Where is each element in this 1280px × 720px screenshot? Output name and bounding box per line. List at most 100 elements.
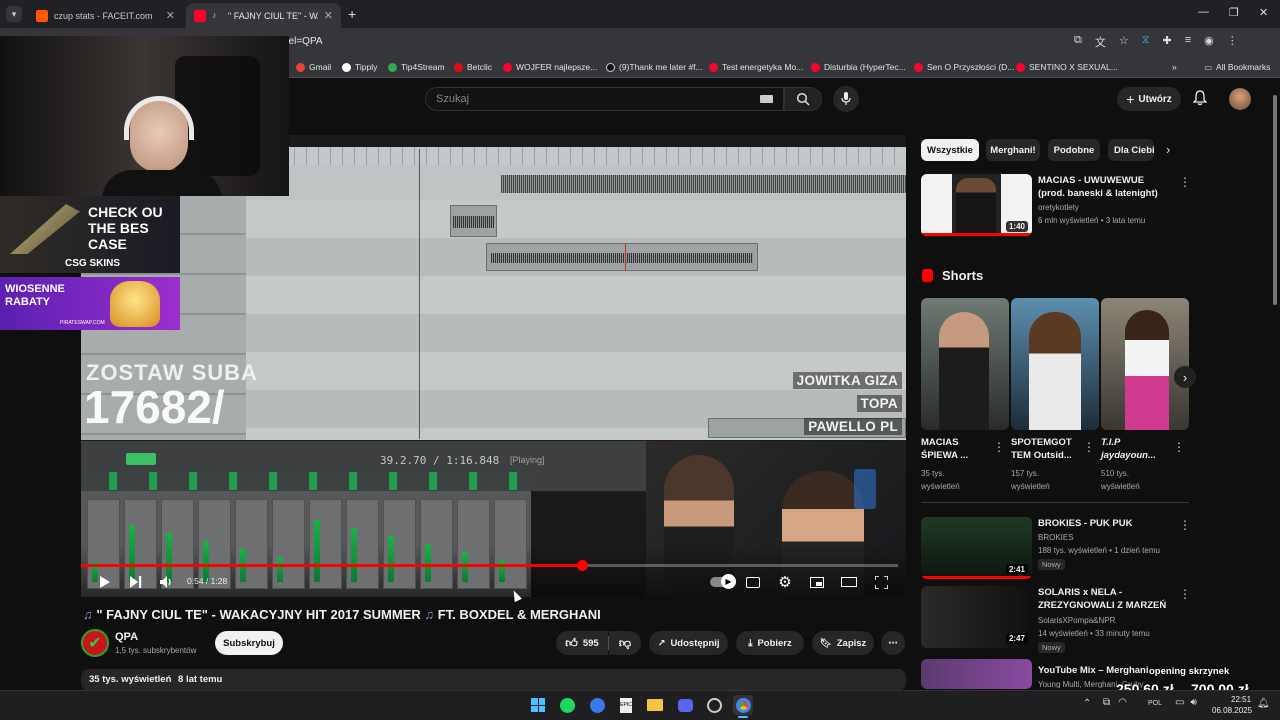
bookmark-disturbia[interactable]: Disturbia (HyperTec... [811,58,906,76]
bookmark-energetyka[interactable]: Test energetyka Mo... [709,58,803,76]
star-bookmark-icon[interactable]: ☆ [1119,34,1129,50]
bookmark-tip4stream[interactable]: Tip4Stream [388,58,445,76]
wifi-icon[interactable]: ◠ [1118,697,1127,708]
theater-mode-button[interactable] [840,574,858,590]
bookmark-tiktok[interactable]: (9)Thank me later #f... [606,58,703,76]
related-menu-icon-2[interactable]: ⋮ [1179,587,1191,601]
audio-playing-icon[interactable]: ♪ [212,10,222,22]
clock-time[interactable]: 22:51 [1231,695,1251,704]
chip-merghani[interactable]: Merghani! [986,139,1040,161]
steam-taskbar-button[interactable] [704,695,724,715]
short-title-1[interactable]: MACIAS ŚPIEWA ... [921,436,983,462]
shorts-next-button[interactable]: › [1174,366,1196,388]
tab-search-icon[interactable]: ▾ [6,6,22,22]
close-window-button[interactable]: ✕ [1259,6,1268,19]
related-top-channel[interactable]: oretykotlety [1038,201,1079,214]
start-button[interactable] [528,695,548,715]
cast-icon[interactable]: ⧉ [1074,34,1082,50]
short-menu-icon-1[interactable]: ⋮ [993,440,1005,454]
bookmark-wojfer[interactable]: WOJFER najlepsze... [503,58,597,76]
page-scrollbar[interactable] [1273,95,1277,305]
close-tab-icon[interactable]: ✕ [166,9,175,22]
browser-menu-icon[interactable]: ⋮ [1227,34,1238,50]
discord-taskbar-button[interactable] [675,695,695,715]
share-button[interactable]: ↗ Udostępnij [649,631,728,655]
bookmark-tipply[interactable]: Tipply [342,58,377,76]
tab-faceit[interactable]: czup stats - FACEIT.com ✕ [28,3,183,28]
bookmark-sentino[interactable]: SENTINO X SEXUAL... [1016,58,1118,76]
bookmark-gmail[interactable]: Gmail [296,58,331,76]
notification-bell-icon[interactable]: 🔔︎ [1257,698,1270,709]
subtitles-button[interactable] [744,574,762,590]
related-top-title[interactable]: MACIAS - UWUWEWUE (prod. baneski & laten… [1038,174,1173,200]
download-button[interactable]: ⤓ Pobierz [736,631,804,655]
chip-all[interactable]: Wszystkie [921,139,979,161]
dislike-button[interactable]: 👎︎ [609,631,641,655]
short-thumbnail-1[interactable] [921,298,1009,430]
search-button[interactable] [784,87,822,111]
file-explorer-taskbar-button[interactable] [645,695,665,715]
media-controls-icon[interactable]: ≡ [1185,34,1191,50]
close-tab-icon[interactable]: ✕ [324,9,333,22]
bookmarks-overflow-button[interactable]: » [1172,58,1177,76]
extension-7tv-icon[interactable]: ⧖ [1142,34,1150,50]
related-channel-2[interactable]: SolarisXPompa&NPR [1038,614,1115,627]
tab-youtube[interactable]: ♪ " FAJNY CIUL TE" - WAKACYJ ✕ [186,3,341,28]
related-menu-icon-1[interactable]: ⋮ [1179,518,1191,532]
chrome-taskbar-button[interactable] [733,695,753,715]
related-thumbnail-1[interactable]: 2:41 [921,517,1032,579]
network-icon[interactable]: ⧉ [1103,697,1110,708]
short-title-2[interactable]: SPOTEMGOT TEM Outsid... [1011,436,1079,462]
related-title-3[interactable]: YouTube Mix – Merghani [1038,664,1149,677]
related-thumbnail-3[interactable] [921,659,1032,689]
short-menu-icon-2[interactable]: ⋮ [1083,440,1095,454]
channel-avatar[interactable]: ✔ [81,629,109,657]
chips-next-icon[interactable]: › [1166,142,1170,157]
minimize-window-button[interactable]: — [1198,6,1209,18]
related-channel-1[interactable]: BROKIES [1038,531,1074,544]
volume-button[interactable] [157,574,175,590]
search-input[interactable]: Szukaj [425,87,784,111]
maximize-window-button[interactable]: ❐ [1229,6,1239,19]
bookmark-sen[interactable]: Sen O Przyszłości (D... [914,58,1014,76]
bookmark-betclic[interactable]: Betclic [454,58,492,76]
channel-name[interactable]: QPA [115,631,138,643]
more-actions-button[interactable]: ⋯ [881,631,905,655]
extensions-puzzle-icon[interactable]: ✚ [1162,34,1171,50]
save-button[interactable]: 🔖︎ Zapisz [812,631,874,655]
related-top-thumbnail[interactable]: 1:40 [921,174,1032,236]
voice-search-button[interactable] [833,86,859,112]
app-taskbar-button[interactable] [587,695,607,715]
related-thumbnail-2[interactable]: 2:47 [921,586,1032,648]
short-title-3[interactable]: T.I.P jaydayoun... [1101,436,1169,462]
keyboard-icon[interactable] [760,95,773,103]
tray-status-icons[interactable]: ▭ 🔊︎ [1175,697,1197,708]
next-button[interactable] [127,574,145,590]
account-avatar[interactable] [1229,88,1251,110]
fullscreen-button[interactable] [872,574,890,590]
settings-button[interactable]: ⚙ [776,574,794,591]
short-thumbnail-3[interactable] [1101,298,1189,430]
spotify-taskbar-button[interactable] [557,695,577,715]
clock-date[interactable]: 06.08.2025 [1212,706,1252,715]
short-menu-icon-3[interactable]: ⋮ [1173,440,1185,454]
tray-overflow-icon[interactable]: ⌃ [1083,698,1091,709]
progress-scrubber[interactable] [577,560,588,571]
like-button[interactable]: 👍︎ 595 [556,631,608,655]
autoplay-toggle[interactable]: ▶ [709,574,736,590]
chip-for-you[interactable]: Dla Ciebie [1108,139,1154,161]
subscribe-button[interactable]: Subskrybuj [215,631,283,655]
notifications-bell-icon[interactable] [1192,90,1208,106]
related-top-menu-icon[interactable]: ⋮ [1179,175,1191,189]
profile-icon[interactable]: ◉ [1204,34,1214,50]
short-thumbnail-2[interactable] [1011,298,1099,430]
epic-games-taskbar-button[interactable]: EPIC [616,695,636,715]
all-bookmarks-button[interactable]: ▭ All Bookmarks [1204,58,1270,76]
miniplayer-button[interactable] [808,574,826,590]
related-title-2[interactable]: SOLARIS x NELA - ZREZYGNOWALI Z MARZEŃ [1038,586,1173,612]
new-tab-button[interactable]: + [348,6,356,22]
create-button[interactable]: + Utwórz [1117,87,1181,111]
chip-similar[interactable]: Podobne [1048,139,1100,161]
description-box[interactable]: 35 tys. wyświetleń 8 lat temu [81,669,906,691]
play-button[interactable] [95,574,113,590]
